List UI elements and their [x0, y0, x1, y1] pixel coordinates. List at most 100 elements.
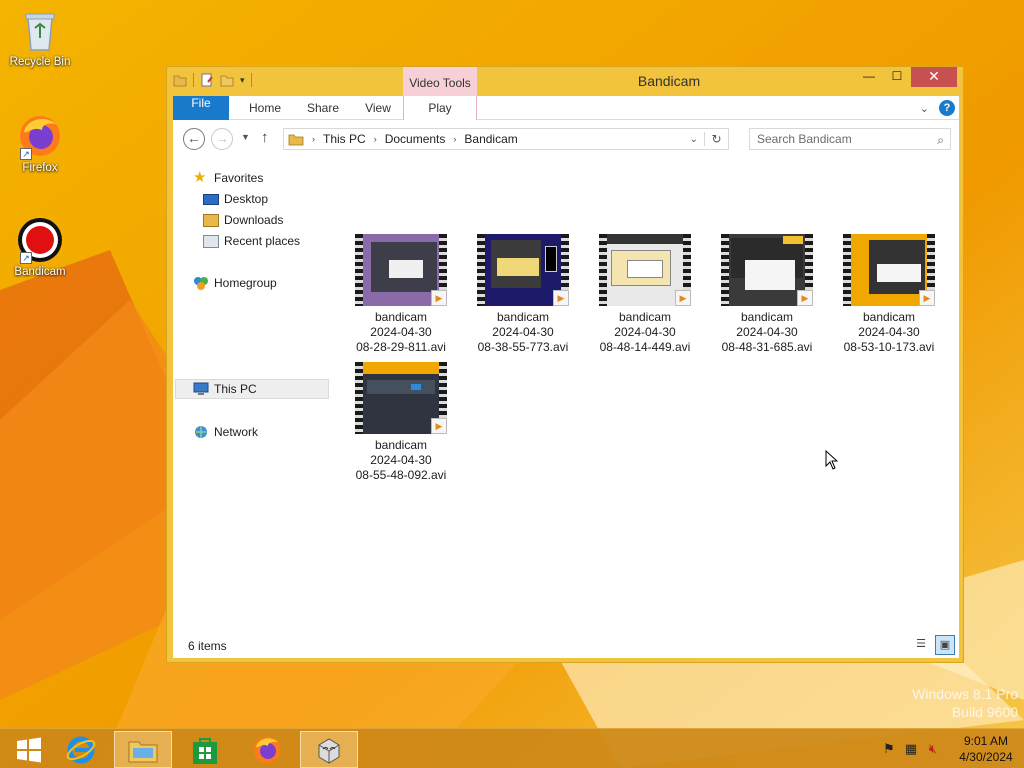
search-input[interactable]: Search Bandicam ⌕: [749, 128, 951, 150]
recent-locations-button[interactable]: ▼: [241, 132, 250, 142]
start-button[interactable]: [0, 731, 58, 768]
file-item[interactable]: ▶ bandicam 2024-04-30 08-48-31-685.avi: [709, 234, 825, 355]
expand-ribbon-icon[interactable]: ⌄: [920, 102, 929, 115]
maximize-button[interactable]: ☐: [883, 67, 911, 87]
address-dropdown-icon[interactable]: ⌄: [690, 134, 698, 145]
file-item[interactable]: ▶ bandicam 2024-04-30 08-55-48-092.avi: [343, 362, 459, 483]
taskbar-firefox[interactable]: [238, 731, 296, 768]
quick-access-toolbar: ▾: [173, 73, 252, 87]
new-folder-icon[interactable]: [220, 73, 234, 87]
folder-icon: [173, 75, 187, 87]
video-thumbnail: ▶: [721, 234, 813, 306]
navigation-bar: ← → ▼ ↑ › This PC › Documents › Bandicam…: [173, 120, 959, 156]
desktop-icon-recycle-bin[interactable]: Recycle Bin: [2, 6, 78, 68]
file-name-line1: bandicam: [740, 310, 794, 324]
file-explorer-icon: [128, 741, 158, 762]
address-bar[interactable]: › This PC › Documents › Bandicam ⌄ ↻: [283, 128, 729, 150]
clock-time: 9:01 AM: [963, 734, 1009, 748]
bandicam-icon: ↗: [16, 216, 64, 264]
video-thumbnail: ▶: [599, 234, 691, 306]
details-view-icon[interactable]: ☰: [911, 635, 931, 655]
firefox-icon: ↗: [16, 112, 64, 160]
window-title: Bandicam: [637, 73, 701, 89]
file-item[interactable]: ▶ bandicam 2024-04-30 08-53-10-173.avi: [831, 234, 947, 355]
taskbar-app[interactable]: [300, 731, 358, 768]
clock-date: 4/30/2024: [959, 750, 1013, 764]
breadcrumb-documents[interactable]: Documents: [385, 132, 446, 146]
search-icon[interactable]: ⌕: [937, 130, 944, 150]
network-tray-icon[interactable]: ▦: [900, 741, 922, 757]
forward-button[interactable]: →: [211, 128, 233, 150]
file-name-line3: 08-48-31-685.avi: [721, 340, 813, 354]
nav-homegroup[interactable]: Homegroup: [193, 273, 349, 293]
video-thumbnail: ▶: [843, 234, 935, 306]
help-icon[interactable]: ?: [939, 100, 955, 116]
action-center-flag-icon[interactable]: ⚑: [878, 741, 900, 757]
explorer-window: ▾ Video Tools Bandicam — ☐ ✕ File Home S…: [166, 66, 964, 663]
up-button[interactable]: ↑: [261, 129, 269, 146]
close-button[interactable]: ✕: [911, 67, 957, 87]
nav-recent-places[interactable]: Recent places: [203, 231, 359, 251]
folder-icon: [288, 134, 304, 146]
properties-icon[interactable]: [200, 73, 214, 87]
refresh-icon[interactable]: ↻: [704, 132, 728, 146]
breadcrumb-separator-icon[interactable]: ›: [312, 134, 315, 144]
video-play-icon: ▶: [431, 418, 447, 434]
file-item[interactable]: ▶ bandicam 2024-04-30 08-48-14-449.avi: [587, 234, 703, 355]
tab-home[interactable]: Home: [233, 96, 297, 120]
breadcrumb-separator-icon[interactable]: ›: [374, 134, 377, 144]
desktop-icon-label: Recycle Bin: [9, 56, 71, 68]
file-item[interactable]: ▶ bandicam 2024-04-30 08-28-29-811.avi: [343, 234, 459, 355]
title-bar[interactable]: ▾ Video Tools Bandicam — ☐ ✕: [167, 67, 963, 96]
taskbar-store[interactable]: [176, 731, 234, 768]
file-name-line3: 08-28-29-811.avi: [356, 340, 446, 354]
video-play-icon: ▶: [431, 290, 447, 306]
breadcrumb-bandicam[interactable]: Bandicam: [464, 132, 517, 146]
store-icon: [193, 737, 217, 764]
minimize-button[interactable]: —: [855, 67, 883, 87]
large-icons-view-icon[interactable]: ▣: [935, 635, 955, 655]
tab-share[interactable]: Share: [293, 96, 353, 120]
file-list: ▶ bandicam 2024-04-30 08-28-29-811.avi ▶: [343, 156, 953, 632]
taskbar-file-explorer[interactable]: [114, 731, 172, 768]
nav-label: Recent places: [224, 234, 301, 248]
homegroup-icon: [193, 275, 209, 291]
desktop-icon-bandicam[interactable]: ↗ Bandicam: [2, 216, 78, 278]
breadcrumb-this-pc[interactable]: This PC: [323, 132, 366, 146]
file-name-line1: bandicam: [496, 310, 550, 324]
video-play-icon: ▶: [675, 290, 691, 306]
nav-network[interactable]: Network: [193, 422, 349, 442]
taskbar-internet-explorer[interactable]: [52, 731, 110, 768]
tab-play[interactable]: Play: [403, 96, 477, 120]
file-name-line2: 2024-04-30: [492, 325, 554, 339]
windows-watermark: Windows 8.1 Pro Build 9600: [912, 685, 1018, 721]
taskbar: ⚑ ▦ 🔇︎ 9:01 AM 4/30/2024: [0, 728, 1024, 768]
nav-label: This PC: [214, 382, 257, 396]
tab-view[interactable]: View: [351, 96, 405, 120]
file-name-line3: 08-53-10-173.avi: [843, 340, 935, 354]
nav-label: Network: [214, 425, 259, 439]
tab-file[interactable]: File: [173, 96, 229, 120]
file-name-line3: 08-48-14-449.avi: [599, 340, 691, 354]
nav-this-pc[interactable]: This PC: [175, 379, 329, 399]
recent-places-icon: [203, 234, 219, 248]
video-thumbnail: ▶: [477, 234, 569, 306]
nav-desktop[interactable]: Desktop: [203, 189, 359, 209]
search-placeholder: Search Bandicam: [757, 132, 852, 146]
desktop-icon-firefox[interactable]: ↗ Firefox: [2, 112, 78, 174]
ribbon-controls: ⌄ ?: [920, 100, 955, 116]
file-name-line3: 08-55-48-092.avi: [355, 468, 447, 482]
clock[interactable]: 9:01 AM 4/30/2024: [948, 733, 1024, 765]
recycle-bin-icon: [16, 6, 64, 54]
file-name-line1: bandicam: [862, 310, 916, 324]
network-icon: [193, 424, 209, 440]
file-item[interactable]: ▶ bandicam 2024-04-30 08-38-55-773.avi: [465, 234, 581, 355]
nav-favorites[interactable]: ★ Favorites: [193, 168, 349, 188]
breadcrumb-separator-icon[interactable]: ›: [453, 134, 456, 144]
nav-downloads[interactable]: Downloads: [203, 210, 359, 230]
volume-muted-icon[interactable]: 🔇︎: [922, 741, 944, 757]
shortcut-arrow-icon: ↗: [20, 252, 32, 264]
item-count: 6 items: [188, 639, 227, 653]
back-button[interactable]: ←: [183, 128, 205, 150]
customize-qat-icon[interactable]: ▾: [240, 75, 245, 86]
